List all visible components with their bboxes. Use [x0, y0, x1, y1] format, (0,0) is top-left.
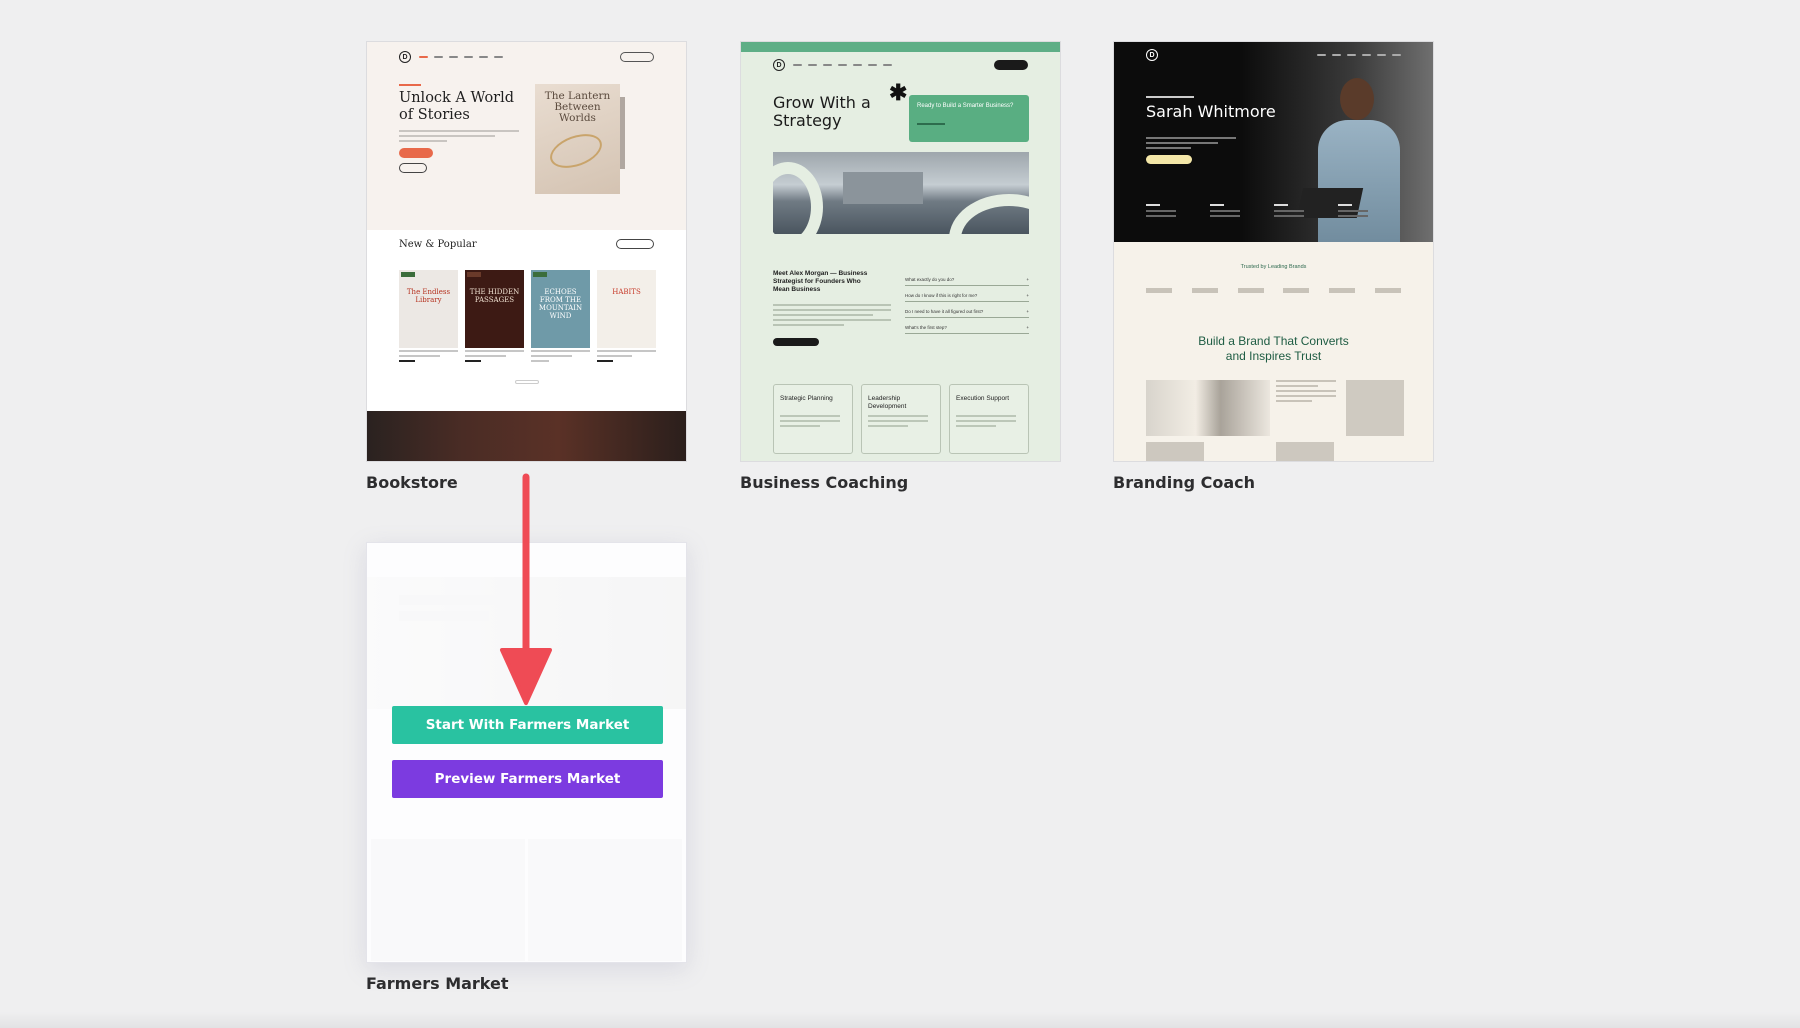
layout-thumbnail-business-coaching[interactable]: D Grow With a Strategy ✱ Ready to Build … [740, 41, 1061, 462]
layout-label-bookstore[interactable]: Bookstore [366, 473, 458, 492]
layout-label-branding-coach[interactable]: Branding Coach [1113, 473, 1255, 492]
office-photo [1146, 380, 1270, 436]
layout-label-farmers-market[interactable]: Farmers Market [366, 974, 509, 993]
thumbnail-cta-card: Ready to Build a Smarter Business? [909, 95, 1029, 142]
layout-thumbnail-branding-coach[interactable]: D Sarah Whitmore Trusted by Leading Bran… [1113, 41, 1434, 462]
brand-logos [1146, 288, 1401, 293]
featured-book: The Lantern Between Worlds [535, 84, 620, 194]
thumbnail-heading: Build a Brand That Converts and Inspires… [1114, 334, 1433, 364]
city-photo [773, 152, 1029, 234]
layout-thumbnail-bookstore[interactable]: D Unlock A World of Stories The Lantern … [366, 41, 687, 462]
layout-thumbnail-farmers-market[interactable]: Start With Farmers Market Preview Farmer… [366, 542, 687, 963]
layout-label-business-coaching[interactable]: Business Coaching [740, 473, 908, 492]
book-covers: The Endless Library THE HIDDEN PASSAGES … [399, 270, 656, 348]
service-card: Leadership Development [861, 384, 941, 454]
thumbnail-nav: D [399, 50, 654, 64]
thumbnail-hero-title: Sarah Whitmore [1146, 102, 1276, 121]
start-with-layout-button[interactable]: Start With Farmers Market [392, 706, 663, 744]
book-cover: HABITS [597, 270, 656, 348]
thumbnail-faq: What exactly do you do?+ How do I know i… [905, 270, 1029, 334]
thumbnail-section-title: New & Popular [399, 239, 477, 250]
logo-icon: D [773, 59, 785, 71]
thumbnail-nav: D [1146, 48, 1401, 62]
preview-layout-button[interactable]: Preview Farmers Market [392, 760, 663, 798]
asterisk-icon: ✱ [889, 80, 907, 106]
thumbnail-hero-title: Unlock A World of Stories [399, 90, 529, 124]
service-card: Strategic Planning [773, 384, 853, 454]
service-card: Execution Support [949, 384, 1029, 454]
book-cover: ECHOES FROM THE MOUNTAIN WIND [531, 270, 590, 348]
thumbnail-hero-title: Grow With a Strategy [773, 94, 883, 130]
chair-photo [1346, 380, 1404, 436]
book-cover: The Endless Library [399, 270, 458, 348]
logo-icon: D [1146, 49, 1158, 61]
book-cover: THE HIDDEN PASSAGES [465, 270, 524, 348]
logo-icon: D [399, 51, 411, 63]
thumbnail-nav: D [773, 58, 1028, 72]
